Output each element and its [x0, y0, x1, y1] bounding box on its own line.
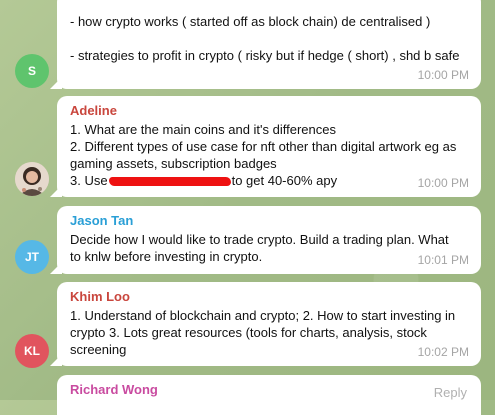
sender-name[interactable]: Jason Tan — [70, 212, 469, 229]
message-timestamp: 10:01 PM — [417, 253, 469, 267]
sender-name[interactable]: Richard Wong — [70, 381, 469, 398]
avatar[interactable]: KL — [15, 334, 49, 368]
avatar[interactable]: S — [15, 54, 49, 88]
avatar-initials: S — [27, 64, 36, 78]
message-line: crypto 3. Lots great resources (tools fo… — [70, 325, 427, 340]
message-bubble[interactable]: Jason Tan Decide how I would like to tra… — [57, 206, 481, 274]
message-bubble[interactable]: Khim Loo 1. Understand of blockchain and… — [57, 282, 481, 366]
message-timestamp: 10:00 PM — [417, 176, 469, 190]
message-timestamp: 10:02 PM — [417, 345, 469, 359]
message-line: 1. Understand of blockchain and crypto; … — [70, 308, 456, 323]
message-line — [70, 30, 469, 47]
avatar-photo[interactable] — [15, 162, 49, 196]
message-line: screening — [70, 342, 127, 357]
reply-button[interactable]: Reply — [434, 384, 467, 401]
message-bubble[interactable]: Adeline 1. What are the main coins and i… — [57, 96, 481, 197]
avatar-initials: JT — [24, 250, 39, 264]
message-text-before: 3. Use — [70, 173, 108, 188]
chat-message-list: - how crypto works ( started off as bloc… — [0, 0, 495, 415]
message-line: gaming assets, subscription badges — [70, 156, 277, 171]
message-line: 2. Different types of use case for nft o… — [70, 139, 457, 154]
sender-name[interactable]: Khim Loo — [70, 288, 469, 305]
message-line: Decide how I would like to trade crypto.… — [70, 232, 449, 247]
message-timestamp: 10:00 PM — [417, 68, 469, 82]
avatar-initials: KL — [24, 344, 40, 358]
message-bubble[interactable]: Richard Wong Reply — [57, 375, 481, 415]
message-line: - how crypto works ( started off as bloc… — [70, 14, 431, 29]
avatar[interactable]: JT — [15, 240, 49, 274]
message-line: - strategies to profit in crypto ( risky… — [70, 48, 460, 63]
message-line: 1. What are the main coins and it's diff… — [70, 122, 336, 137]
sender-name[interactable]: Adeline — [70, 102, 469, 119]
redaction-mark — [108, 177, 231, 187]
message-text-after: to get 40-60% apy — [231, 173, 338, 188]
message-bubble[interactable]: - how crypto works ( started off as bloc… — [57, 0, 481, 89]
message-line: to knlw before investing in crypto. — [70, 249, 263, 264]
message-line: 3. Use to get 40-60% apy — [70, 172, 469, 189]
person-photo-icon — [15, 162, 49, 196]
